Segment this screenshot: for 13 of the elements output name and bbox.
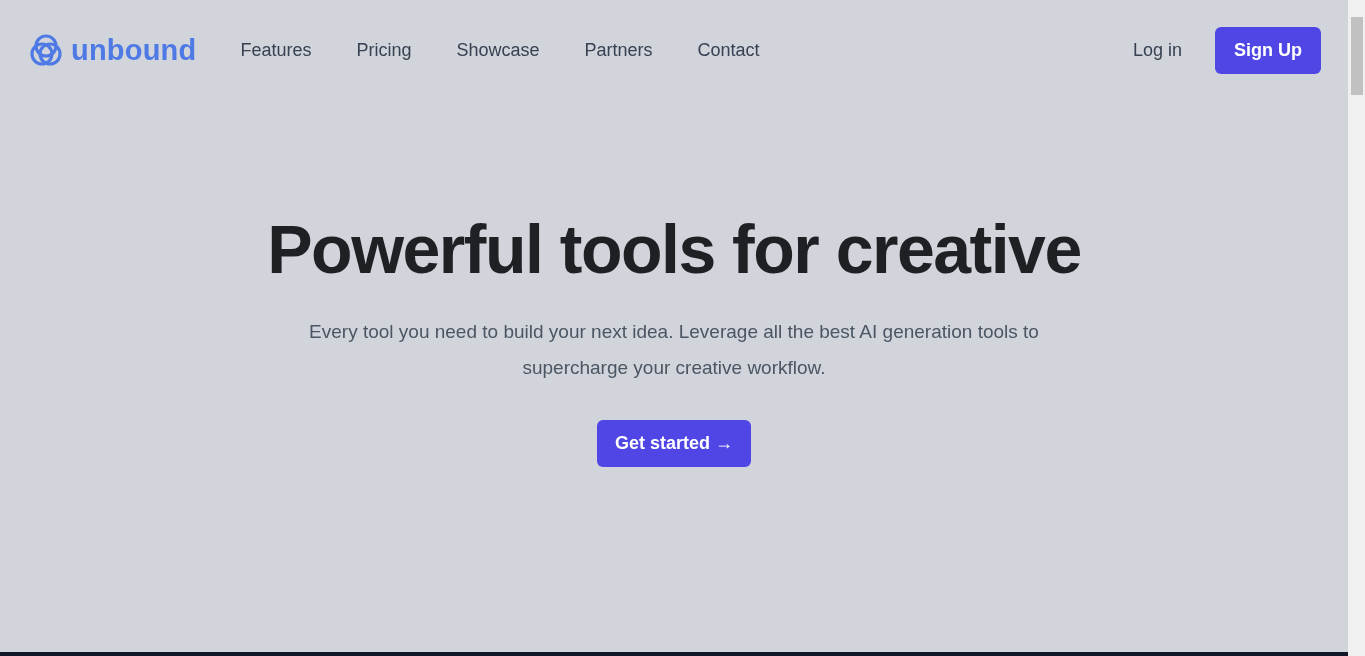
- nav-link[interactable]: Features: [240, 39, 312, 61]
- nav-link[interactable]: Pricing: [356, 39, 412, 61]
- nav-link[interactable]: Contact: [697, 39, 760, 61]
- nav-link[interactable]: Partners: [584, 39, 653, 61]
- logo-icon: [29, 33, 63, 67]
- hero-title: Powerful tools for creative: [267, 210, 1081, 288]
- signup-button[interactable]: Sign Up: [1215, 26, 1321, 74]
- nav-link[interactable]: Showcase: [456, 39, 540, 61]
- login-link[interactable]: Log in: [1132, 39, 1182, 61]
- brand-name: unbound: [71, 33, 197, 67]
- hero-subtitle: Every tool you need to build your next idea. Leverage all the best AI generation tools to supercharge your creative workflow.: [308, 320, 1040, 380]
- scrollbar[interactable]: [1348, 0, 1365, 656]
- get-started-button[interactable]: Get started →: [597, 420, 751, 467]
